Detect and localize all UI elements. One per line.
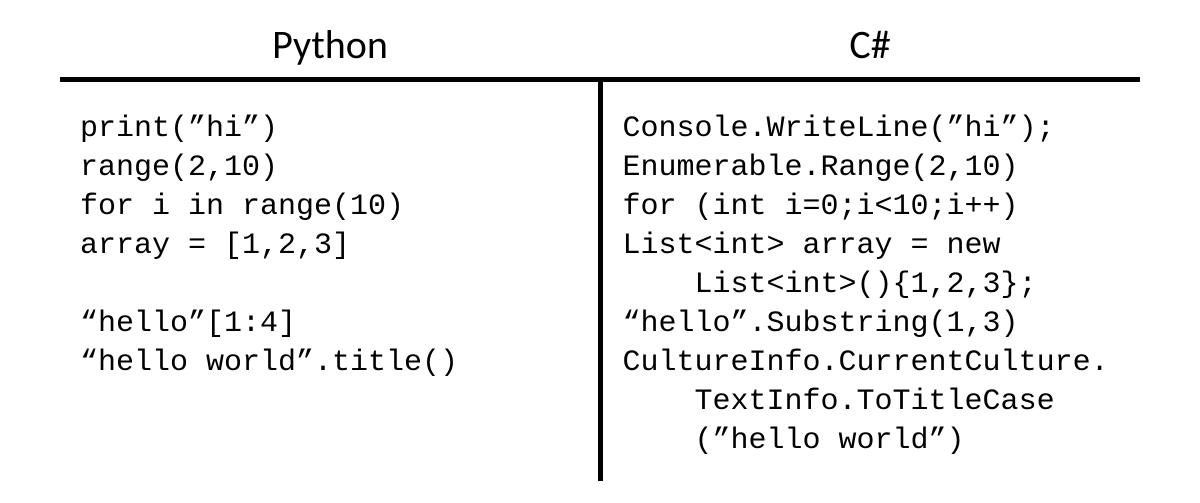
header-row: Python C# bbox=[60, 20, 1140, 82]
header-csharp: C# bbox=[600, 20, 1140, 77]
python-code: print(”hi”) range(2,10) for i in range(1… bbox=[60, 82, 603, 481]
csharp-code: Console.WriteLine(”hi”); Enumerable.Rang… bbox=[603, 82, 1141, 481]
header-python: Python bbox=[60, 20, 600, 77]
comparison-table: Python C# print(”hi”) range(2,10) for i … bbox=[60, 20, 1140, 481]
body-row: print(”hi”) range(2,10) for i in range(1… bbox=[60, 82, 1140, 481]
